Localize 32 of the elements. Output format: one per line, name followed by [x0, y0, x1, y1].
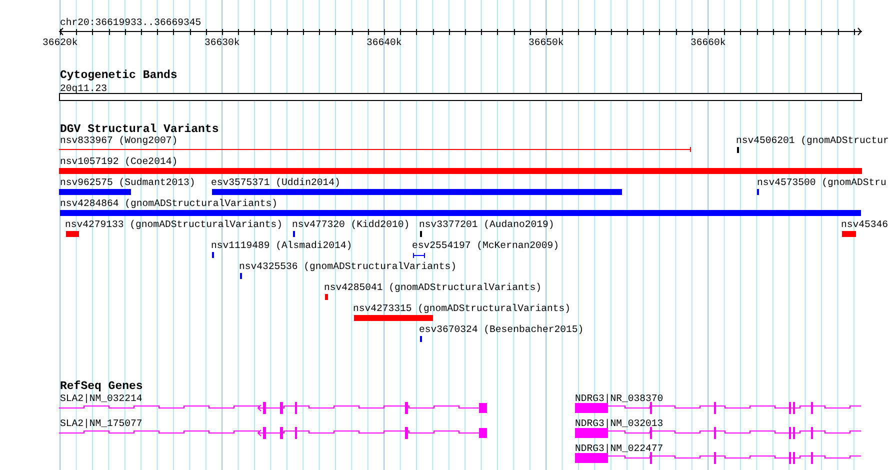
- variant-label: nsv833967 (Wong2007): [60, 135, 178, 146]
- gene-label: NDRG3|NM_032013: [575, 418, 664, 429]
- tick-label: 36620k: [42, 37, 78, 48]
- gene-label: SLA2|NM_032214: [60, 393, 142, 404]
- variant-label: nsv4325536 (gnomADStructuralVariants): [239, 261, 457, 272]
- variant-label: esv2554197 (McKernan2009): [412, 240, 559, 251]
- gene-label: SLA2|NM_175077: [60, 418, 142, 429]
- location-label: chr20:36619933..36669345: [60, 17, 202, 28]
- variant-label: nsv4284864 (gnomADStructuralVariants): [60, 198, 278, 209]
- track-title: RefSeq Genes: [60, 380, 143, 393]
- variant-label: nsv4279133 (gnomADStructuralVariants): [65, 219, 283, 230]
- track-title: DGV Structural Variants: [60, 123, 219, 136]
- gene-label: NDRG3|NM_022477: [575, 443, 664, 454]
- variant-label: nsv4273315 (gnomADStructuralVariants): [353, 303, 571, 314]
- variant-label: nsv3377201 (Audano2019): [419, 219, 554, 230]
- variant-label: esv3670324 (Besenbacher2015): [419, 324, 584, 335]
- tick-label: 36650k: [528, 37, 564, 48]
- tick-label: 36660k: [690, 37, 726, 48]
- variant-label: nsv1119489 (Alsmadi2014): [211, 240, 352, 251]
- variant-label: nsv477320 (Kidd2010): [292, 219, 410, 230]
- variant-label: nsv4285041 (gnomADStructuralVariants): [324, 282, 542, 293]
- variant-label: nsv4506201 (gnomADStructur: [736, 135, 889, 146]
- variant-label: nsv1057192 (Coe2014): [60, 156, 178, 167]
- band-label: 20q11.23: [60, 83, 108, 94]
- track-title: Cytogenetic Bands: [60, 69, 178, 82]
- variant-label: nsv4573500 (gnomADStru: [757, 177, 886, 188]
- variant-label: nsv45346: [841, 219, 888, 230]
- gene-label: NDRG3|NR_038370: [575, 393, 664, 404]
- tick-label: 36640k: [366, 37, 402, 48]
- tick-label: 36630k: [204, 37, 240, 48]
- variant-label: nsv962575 (Sudmant2013): [60, 177, 196, 188]
- variant-label: esv3575371 (Uddin2014): [211, 177, 340, 188]
